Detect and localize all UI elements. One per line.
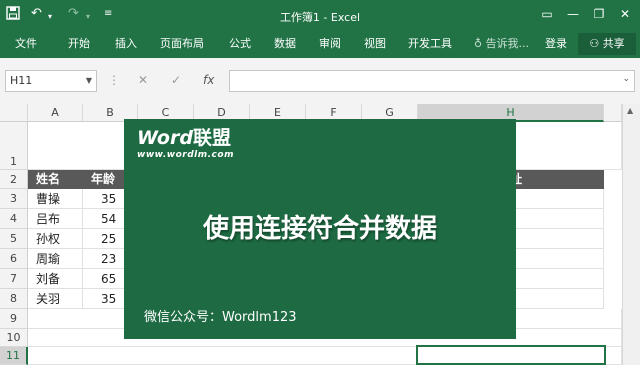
logo-word: Word: [137, 127, 193, 149]
tab-home[interactable]: 开始: [68, 36, 90, 52]
tab-file[interactable]: 文件: [15, 36, 37, 52]
title-bar: ↶ ▾ ↷ ▾ ≡ 工作簿1 - Excel ▭ — ❐ ✕: [0, 0, 640, 30]
table-cell-name[interactable]: 曹操: [28, 189, 83, 209]
name-box-dropdown-icon[interactable]: ▼: [86, 71, 92, 91]
row-header-2[interactable]: 2: [0, 170, 28, 189]
tell-me-label: 告诉我...: [485, 37, 530, 50]
wechat-account: 微信公众号：Wordlm123: [144, 310, 297, 325]
tab-insert[interactable]: 插入: [115, 36, 137, 52]
name-box-value: H11: [10, 74, 33, 87]
wordlm-logo: Word联盟: [137, 127, 231, 149]
vertical-scrollbar[interactable]: ▲: [622, 104, 640, 365]
restore-button[interactable]: ❐: [588, 5, 610, 23]
scroll-up-icon[interactable]: ▲: [627, 106, 633, 115]
row-header-9[interactable]: 9: [0, 309, 28, 329]
table-header-name[interactable]: 姓名: [28, 170, 83, 189]
row-header-8[interactable]: 8: [0, 289, 28, 309]
minimize-button[interactable]: —: [562, 5, 584, 23]
column-header-a[interactable]: A: [28, 104, 83, 122]
row-header-7[interactable]: 7: [0, 269, 28, 289]
row-header-3[interactable]: 3: [0, 189, 28, 209]
insert-function-icon[interactable]: fx: [203, 73, 214, 87]
tab-view[interactable]: 视图: [364, 36, 386, 52]
overlay-headline: 使用连接符合并数据: [202, 214, 437, 244]
close-button[interactable]: ✕: [614, 5, 636, 23]
row-header-4[interactable]: 4: [0, 209, 28, 229]
cancel-icon[interactable]: ✕: [138, 73, 148, 87]
formula-input[interactable]: ⌄: [229, 70, 635, 92]
row-header-1[interactable]: 1: [0, 122, 28, 170]
tab-page-layout[interactable]: 页面布局: [160, 36, 204, 52]
tab-review[interactable]: 审阅: [319, 36, 341, 52]
table-cell-name[interactable]: 刘备: [28, 269, 83, 289]
expand-formula-bar-icon[interactable]: ⌄: [622, 74, 630, 84]
ribbon-tabs: 文件 开始 插入 页面布局 公式 数据 审阅 视图 开发工具 ♁ 告诉我... …: [0, 30, 640, 58]
table-cell-name[interactable]: 孙权: [28, 229, 83, 249]
selected-cell-h11[interactable]: [416, 345, 606, 365]
enter-icon[interactable]: ✓: [171, 73, 181, 87]
sign-in-link[interactable]: 登录: [545, 36, 567, 52]
row-header-5[interactable]: 5: [0, 229, 28, 249]
tab-data[interactable]: 数据: [274, 36, 296, 52]
tell-me-box[interactable]: ♁ 告诉我...: [474, 36, 529, 52]
row-header-6[interactable]: 6: [0, 249, 28, 269]
ribbon-display-options-icon[interactable]: ▭: [536, 5, 558, 23]
name-box[interactable]: H11 ▼: [5, 70, 97, 92]
table-cell-name[interactable]: 吕布: [28, 209, 83, 229]
row-header-11[interactable]: 11: [0, 347, 28, 365]
column-header-next[interactable]: [604, 104, 622, 122]
add-person-icon: ⚇: [589, 37, 600, 50]
formula-bar-separator-icon: ⋮: [108, 73, 120, 87]
tab-formulas[interactable]: 公式: [229, 36, 251, 52]
row-header-10[interactable]: 10: [0, 329, 28, 347]
share-button[interactable]: ⚇ 共享: [578, 33, 636, 55]
table-cell-name[interactable]: 关羽: [28, 289, 83, 309]
logo-url: www.wordlm.com: [137, 150, 234, 160]
logo-cn: 联盟: [192, 127, 231, 149]
select-all-corner[interactable]: [0, 104, 28, 122]
lightbulb-icon: ♁: [474, 37, 483, 50]
share-label: 共享: [602, 37, 625, 50]
table-cell-name[interactable]: 周瑜: [28, 249, 83, 269]
tab-developer[interactable]: 开发工具: [408, 36, 452, 52]
tutorial-overlay-card: Word联盟 www.wordlm.com 使用连接符合并数据 微信公众号：Wo…: [124, 119, 516, 339]
